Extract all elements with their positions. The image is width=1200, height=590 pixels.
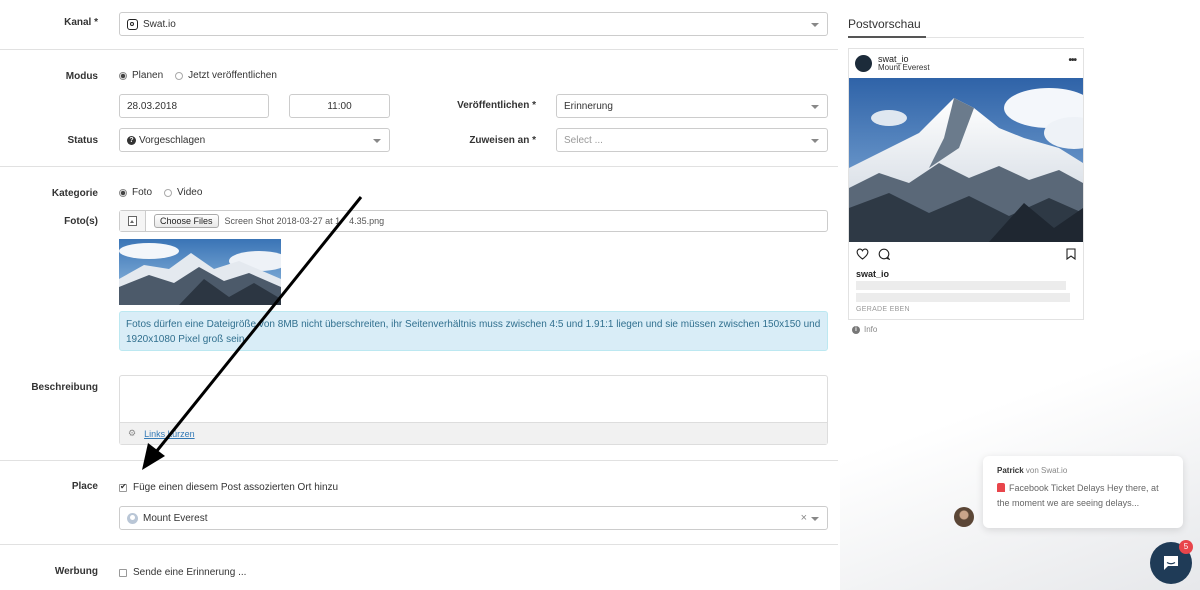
notification-badge: 5 (1179, 540, 1193, 554)
chat-agent-name: Patrick (997, 466, 1024, 475)
bookmark-icon[interactable] (1066, 248, 1076, 263)
preview-title: Postvorschau (848, 17, 921, 31)
avatar (954, 507, 974, 527)
annotation-arrow (142, 196, 363, 470)
chat-message-preview[interactable]: Patrick von Swat.io Facebook Ticket Dela… (983, 456, 1183, 528)
post-time: GERADE EBEN (856, 306, 910, 313)
preview-location: Mount Everest (878, 63, 930, 72)
caption-placeholder-bar (856, 293, 1070, 302)
avatar (855, 55, 872, 72)
instagram-preview-card: swat_io Mount Everest ••• swat_io GERADE… (848, 48, 1084, 320)
comment-icon[interactable] (878, 248, 891, 263)
caption-placeholder-bar (856, 281, 1066, 290)
heart-icon[interactable] (856, 248, 869, 263)
alarm-icon (997, 483, 1005, 492)
chat-message: Facebook Ticket Delays Hey there, at the… (997, 481, 1169, 511)
chat-from-suffix: von Swat.io (1025, 466, 1068, 475)
preview-tab-underline (848, 36, 926, 38)
chat-sender: Patrick von Swat.io (997, 466, 1169, 475)
preview-info-link[interactable]: i Info (852, 325, 877, 334)
chat-message-text: Facebook Ticket Delays Hey there, at the… (997, 483, 1159, 508)
divider (926, 37, 1084, 38)
info-label: Info (864, 325, 878, 334)
more-icon[interactable]: ••• (1068, 55, 1076, 66)
caption-username: swat_io (856, 269, 890, 279)
info-icon: i (852, 325, 860, 334)
chat-icon (1164, 556, 1178, 570)
preview-image (849, 78, 1083, 242)
